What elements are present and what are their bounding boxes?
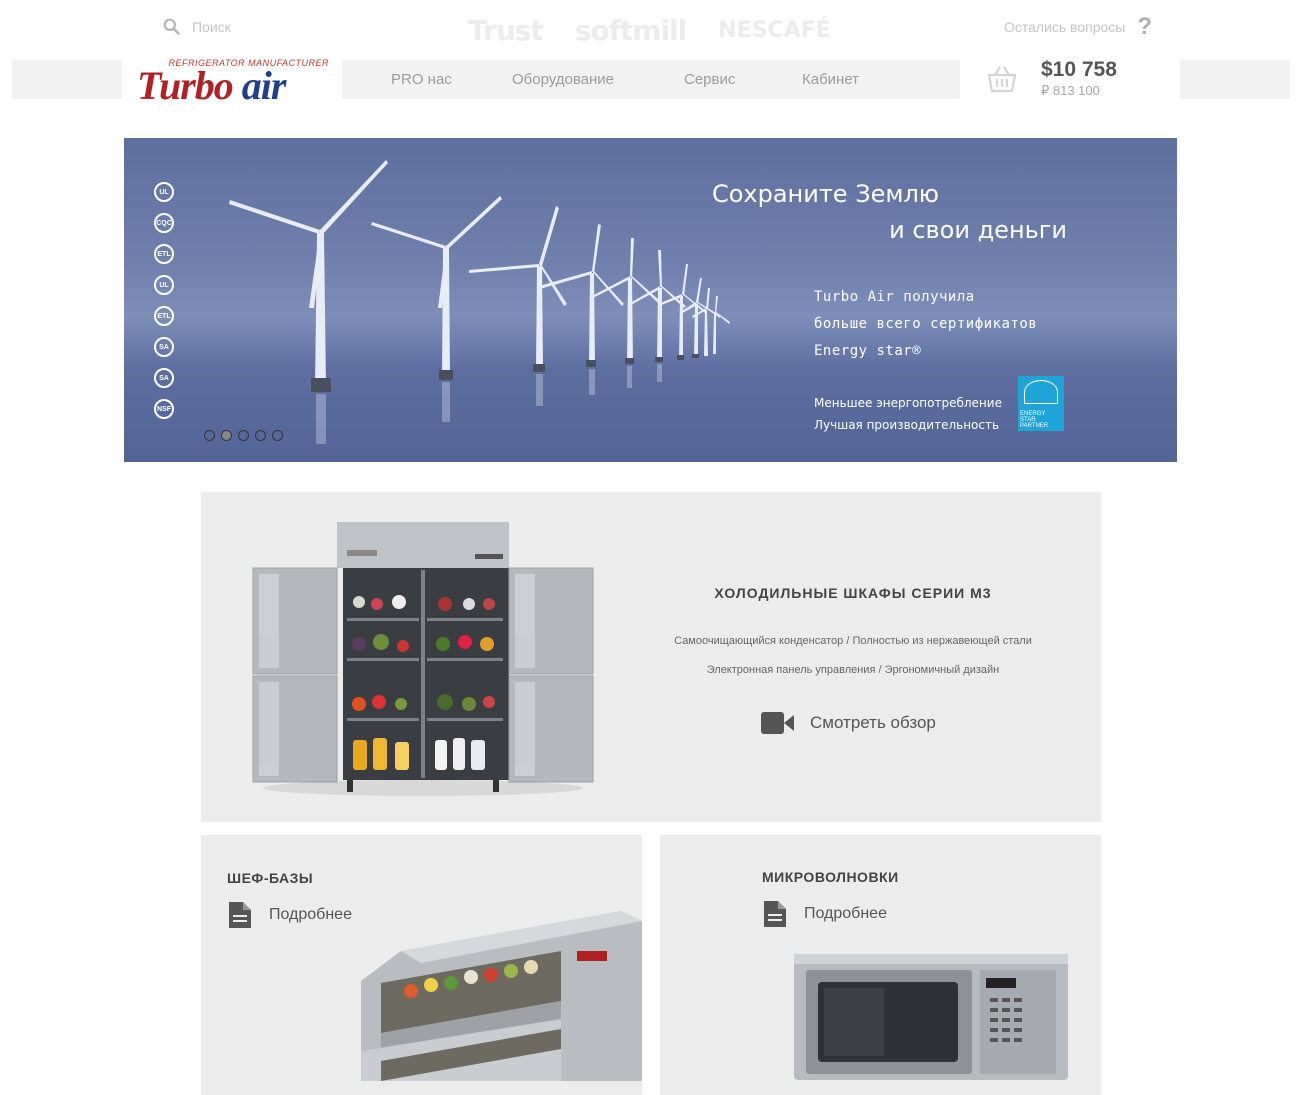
nav-item-cabinet[interactable]: Кабинет [802, 71, 859, 88]
search-input[interactable]: Поиск [192, 19, 231, 35]
document-icon [764, 901, 786, 927]
document-icon [229, 902, 251, 928]
slider-dot-active[interactable] [221, 430, 232, 441]
nav-right-spacer [1180, 60, 1290, 99]
cart-total[interactable]: $10 758 ₽ 813 100 [1041, 58, 1117, 99]
card-title: ШЕФ-БАЗЫ [227, 870, 314, 886]
partner-logo-softmill[interactable]: softmill [575, 14, 687, 47]
energy-star-badge: ENERGY STAR PARTNER [1018, 376, 1064, 431]
hero-small-line1: Меньшее энергопотребление [814, 396, 1002, 410]
card-more-label: Подробнее [804, 905, 887, 922]
slider-dot[interactable] [255, 430, 266, 441]
card-chef-bases[interactable]: ШЕФ-БАЗЫ Подробнее [201, 835, 642, 1095]
ul-cert-icon: UL [154, 275, 174, 295]
watch-review-button[interactable]: Смотреть обзор [761, 712, 936, 734]
search-icon [163, 18, 180, 35]
basket-icon[interactable] [986, 64, 1018, 94]
hero-text-line3: Energy star® [814, 343, 922, 359]
card-microwaves[interactable]: МИКРОВОЛНОВКИ Подробнее [660, 835, 1101, 1095]
questions-label: Остались вопросы [1003, 19, 1126, 35]
turbo-air-logo[interactable]: REFRIGERATOR MANUFACTURER Turbo air [137, 58, 337, 108]
watch-review-label: Смотреть обзор [810, 713, 936, 732]
nav-left-spacer [12, 60, 122, 99]
slider-dot[interactable] [238, 430, 249, 441]
ul-cert-icon: UL [154, 182, 174, 202]
search-box[interactable]: Поиск [163, 18, 231, 35]
feature-m3-series[interactable]: ХОЛОДИЛЬНЫЕ ШКАФЫ СЕРИИ М3 Самоочищающий… [201, 492, 1101, 822]
microwave-image [794, 954, 1068, 1080]
price-rub: ₽ 813 100 [1041, 83, 1100, 98]
hero-title-line2: и свои деньги [889, 216, 1067, 244]
logo-word-air: air [241, 63, 287, 108]
hero-text-line1: Turbo Air получила [814, 289, 975, 305]
partner-logos: Trust softmill NESCAFÉ [468, 14, 831, 47]
hero-small-line2: Лучшая производительность [814, 418, 1000, 432]
nav-item-service[interactable]: Сервис [684, 71, 802, 88]
csa-cert-icon: SA [154, 368, 174, 388]
cqc-cert-icon: CQC [154, 213, 174, 233]
price-usd: $10 758 [1041, 58, 1117, 81]
energy-star-logo-icon [1024, 380, 1058, 404]
question-icon: ? [1137, 13, 1152, 40]
slider-pagination [204, 430, 283, 441]
hero-small-text: Меньшее энергопотребление Лучшая произво… [814, 392, 1002, 436]
feature-subtitle-line2: Электронная панель управления / Эргономи… [706, 664, 1000, 676]
card-more-link[interactable]: Подробнее [764, 901, 887, 927]
slider-dot[interactable] [204, 430, 215, 441]
slider-dot[interactable] [272, 430, 283, 441]
nav-item-about[interactable]: PRO нас [391, 71, 512, 88]
logo-word-turbo: Turbo [137, 63, 234, 108]
energy-star-label: ENERGY STAR PARTNER [1020, 411, 1049, 429]
questions-link[interactable]: Остались вопросы ? [1003, 13, 1152, 40]
etl-cert-icon: ETL [154, 244, 174, 264]
csa-cert-icon: SA [154, 337, 174, 357]
video-camera-icon [761, 712, 794, 734]
partner-logo-nescafe[interactable]: NESCAFÉ [718, 18, 831, 43]
feature-subtitle-line1: Самоочищающийся конденсатор / Полностью … [674, 635, 1032, 647]
hero-text-line2: больше всего сертификатов [814, 316, 1038, 332]
main-menu: PRO нас Оборудование Сервис Кабинет [342, 60, 960, 99]
etl-cert-icon: ETL [154, 306, 174, 326]
hero-text: Turbo Air получила больше всего сертифик… [814, 284, 1037, 365]
card-title: МИКРОВОЛНОВКИ [762, 869, 899, 885]
certification-icons: UL CQC ETL UL ETL SA SA NSF [154, 182, 174, 419]
logo-wordmark: Turbo air [137, 62, 287, 109]
refrigerator-image [252, 522, 594, 796]
hero-banner[interactable]: UL CQC ETL UL ETL SA SA NSF Сохраните Зе… [124, 138, 1177, 462]
partner-logo-trust[interactable]: Trust [468, 14, 544, 47]
hero-title-line1: Сохраните Землю [711, 180, 939, 208]
hero-title: Сохраните Землю и свои деньги [712, 176, 1067, 248]
top-bar: Поиск Trust softmill NESCAFÉ Остались во… [0, 0, 1312, 56]
feature-title: ХОЛОДИЛЬНЫЕ ШКАФЫ СЕРИИ М3 [714, 585, 992, 601]
nsf-cert-icon: NSF [154, 399, 174, 419]
nav-item-equipment[interactable]: Оборудование [512, 71, 684, 88]
chef-base-image [361, 911, 642, 1081]
